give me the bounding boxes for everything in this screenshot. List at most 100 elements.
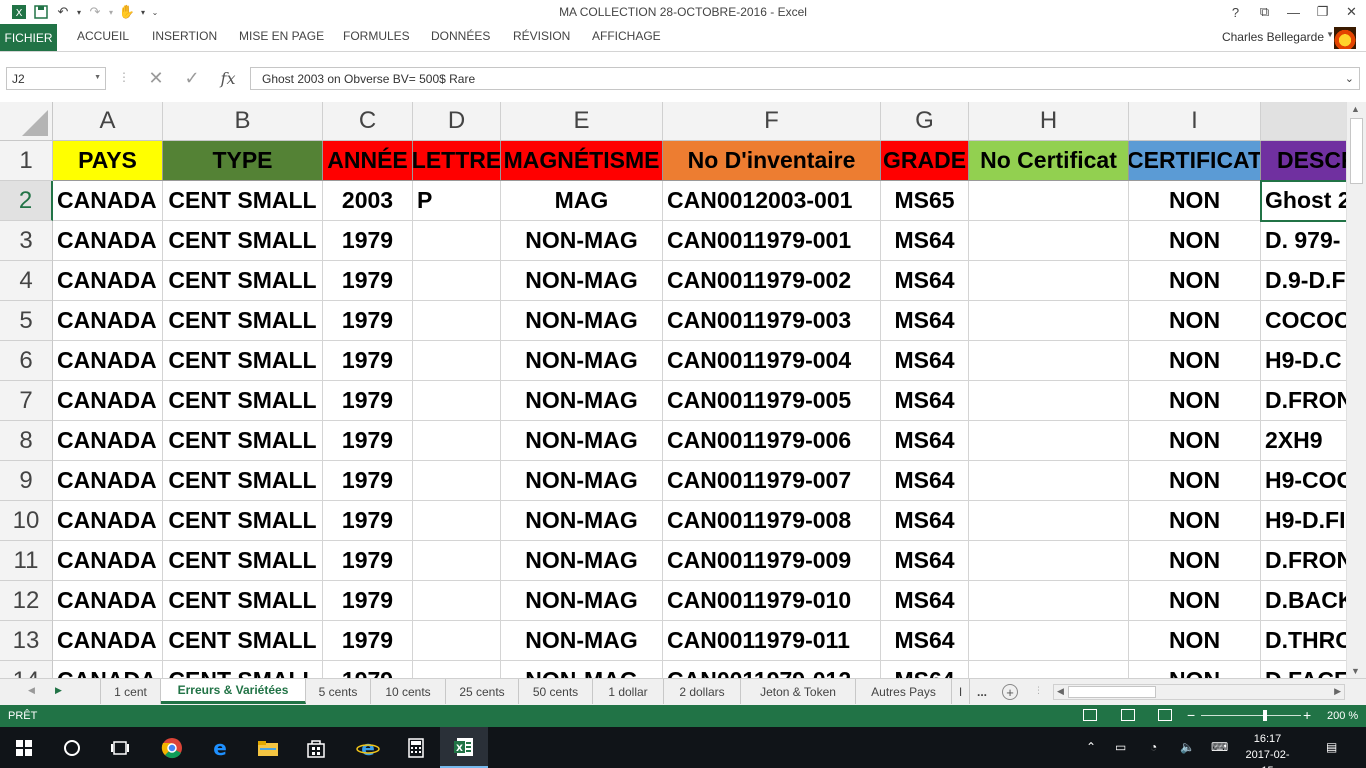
- row-header[interactable]: 12: [0, 581, 53, 621]
- new-sheet-icon[interactable]: +: [1002, 684, 1018, 700]
- cell-lettre[interactable]: [413, 581, 501, 621]
- header-cell-inventaire[interactable]: No D'inventaire: [663, 141, 881, 181]
- cell-inventaire[interactable]: CAN0012003-001: [663, 181, 881, 221]
- cell-magnetisme[interactable]: NON-MAG: [501, 661, 663, 678]
- sheet-tab[interactable]: 10 cents: [371, 679, 446, 704]
- calculator-icon[interactable]: [392, 727, 440, 768]
- vertical-scroll-thumb[interactable]: [1350, 118, 1363, 184]
- cell-type[interactable]: CENT SMALL: [163, 421, 323, 461]
- expand-formula-bar-icon[interactable]: ⌄: [1345, 72, 1354, 85]
- column-header[interactable]: E: [501, 102, 663, 141]
- sheet-tab[interactable]: Jeton & Token: [741, 679, 856, 704]
- cell-pays[interactable]: CANADA: [53, 421, 163, 461]
- cell-inventaire[interactable]: CAN0011979-001: [663, 221, 881, 261]
- horizontal-scroll-thumb[interactable]: [1068, 686, 1156, 698]
- scroll-up-icon[interactable]: ▲: [1351, 104, 1360, 114]
- cell-grade[interactable]: MS64: [881, 501, 969, 541]
- row-header[interactable]: 9: [0, 461, 53, 501]
- cell-annee[interactable]: 1979: [323, 461, 413, 501]
- cell-pays[interactable]: CANADA: [53, 261, 163, 301]
- row-header[interactable]: 6: [0, 341, 53, 381]
- tab-file[interactable]: FICHIER: [0, 24, 57, 51]
- internet-explorer-icon[interactable]: e: [344, 727, 392, 768]
- cell-no-certificat[interactable]: [969, 181, 1129, 221]
- cell-pays[interactable]: CANADA: [53, 181, 163, 221]
- cell-grade[interactable]: MS64: [881, 301, 969, 341]
- cell-no-certificat[interactable]: [969, 501, 1129, 541]
- page-layout-view-icon[interactable]: [1121, 709, 1135, 721]
- scroll-tabs-left-icon[interactable]: ◀: [28, 685, 35, 696]
- row-header[interactable]: 3: [0, 221, 53, 261]
- vertical-scrollbar[interactable]: ▲ ▼: [1346, 102, 1366, 678]
- cell-annee[interactable]: 1979: [323, 421, 413, 461]
- cell-description[interactable]: D.BACK: [1261, 581, 1346, 621]
- minimize-icon[interactable]: —: [1279, 0, 1308, 24]
- horizontal-scrollbar[interactable]: ◀ ▶: [1053, 684, 1345, 700]
- cell-pays[interactable]: CANADA: [53, 381, 163, 421]
- cell-certificat[interactable]: NON: [1129, 301, 1261, 341]
- cell-grade[interactable]: MS64: [881, 341, 969, 381]
- cell-magnetisme[interactable]: NON-MAG: [501, 381, 663, 421]
- cell-no-certificat[interactable]: [969, 381, 1129, 421]
- cell-magnetisme[interactable]: NON-MAG: [501, 221, 663, 261]
- save-icon[interactable]: [30, 1, 52, 23]
- tab-split-grip-icon[interactable]: ⋮: [1034, 685, 1043, 696]
- cell-grade[interactable]: MS64: [881, 421, 969, 461]
- cell-no-certificat[interactable]: [969, 661, 1129, 678]
- cell-no-certificat[interactable]: [969, 261, 1129, 301]
- name-box[interactable]: J2 ▼: [6, 67, 106, 90]
- cell-pays[interactable]: CANADA: [53, 221, 163, 261]
- cell-certificat[interactable]: NON: [1129, 381, 1261, 421]
- cell-pays[interactable]: CANADA: [53, 621, 163, 661]
- redo-dropdown-icon[interactable]: ▾: [106, 1, 116, 23]
- row-header[interactable]: 8: [0, 421, 53, 461]
- cell-certificat[interactable]: NON: [1129, 541, 1261, 581]
- select-all-button[interactable]: [0, 102, 53, 141]
- chrome-icon[interactable]: [148, 727, 196, 768]
- cell-magnetisme[interactable]: NON-MAG: [501, 421, 663, 461]
- zoom-in-icon[interactable]: +: [1303, 707, 1311, 723]
- cell-lettre[interactable]: [413, 381, 501, 421]
- zoom-slider-handle[interactable]: [1263, 710, 1267, 721]
- tab-view[interactable]: AFFICHAGE: [592, 29, 661, 43]
- cell-description[interactable]: H9-D.C: [1261, 341, 1346, 381]
- cell-description[interactable]: D.THRO: [1261, 621, 1346, 661]
- cell-no-certificat[interactable]: [969, 421, 1129, 461]
- header-cell-type[interactable]: TYPE: [163, 141, 323, 181]
- cell-pays[interactable]: CANADA: [53, 581, 163, 621]
- normal-view-icon[interactable]: [1083, 709, 1097, 721]
- row-header[interactable]: 10: [0, 501, 53, 541]
- cell-lettre[interactable]: [413, 461, 501, 501]
- row-header[interactable]: 11: [0, 541, 53, 581]
- scroll-right-icon[interactable]: ▶: [1334, 686, 1341, 697]
- column-header[interactable]: C: [323, 102, 413, 141]
- zoom-level[interactable]: 200 %: [1327, 710, 1358, 722]
- touch-dropdown-icon[interactable]: ▾: [138, 1, 148, 23]
- cell-certificat[interactable]: NON: [1129, 461, 1261, 501]
- cell-certificat[interactable]: NON: [1129, 501, 1261, 541]
- cell-annee[interactable]: 1979: [323, 261, 413, 301]
- cell-magnetisme[interactable]: MAG: [501, 181, 663, 221]
- notifications-icon[interactable]: ▤: [1326, 740, 1337, 754]
- tab-page-layout[interactable]: MISE EN PAGE: [239, 29, 324, 43]
- cell-type[interactable]: CENT SMALL: [163, 261, 323, 301]
- cell-description[interactable]: D. 979-: [1261, 221, 1346, 261]
- cell-annee[interactable]: 1979: [323, 621, 413, 661]
- cell-pays[interactable]: CANADA: [53, 501, 163, 541]
- cell-certificat[interactable]: NON: [1129, 581, 1261, 621]
- header-cell-pays[interactable]: PAYS: [53, 141, 163, 181]
- row-header[interactable]: 5: [0, 301, 53, 341]
- sheet-tab[interactable]: 1 cent: [100, 679, 161, 704]
- cell-description[interactable]: D.FRON: [1261, 381, 1346, 421]
- windows-start-icon[interactable]: [0, 727, 48, 768]
- cell-magnetisme[interactable]: NON-MAG: [501, 461, 663, 501]
- header-cell-description[interactable]: DESCRI: [1261, 141, 1346, 181]
- customize-toolbar-icon[interactable]: ⌄: [148, 1, 162, 23]
- spreadsheet-grid[interactable]: ABCDEFGHI 1234567891011121314 PAYSTYPEAN…: [0, 102, 1346, 678]
- cell-no-certificat[interactable]: [969, 541, 1129, 581]
- column-header[interactable]: D: [413, 102, 501, 141]
- cell-type[interactable]: CENT SMALL: [163, 341, 323, 381]
- cell-description[interactable]: D.FRON: [1261, 541, 1346, 581]
- user-name[interactable]: Charles Bellegarde: [1222, 30, 1324, 44]
- cell-inventaire[interactable]: CAN0011979-002: [663, 261, 881, 301]
